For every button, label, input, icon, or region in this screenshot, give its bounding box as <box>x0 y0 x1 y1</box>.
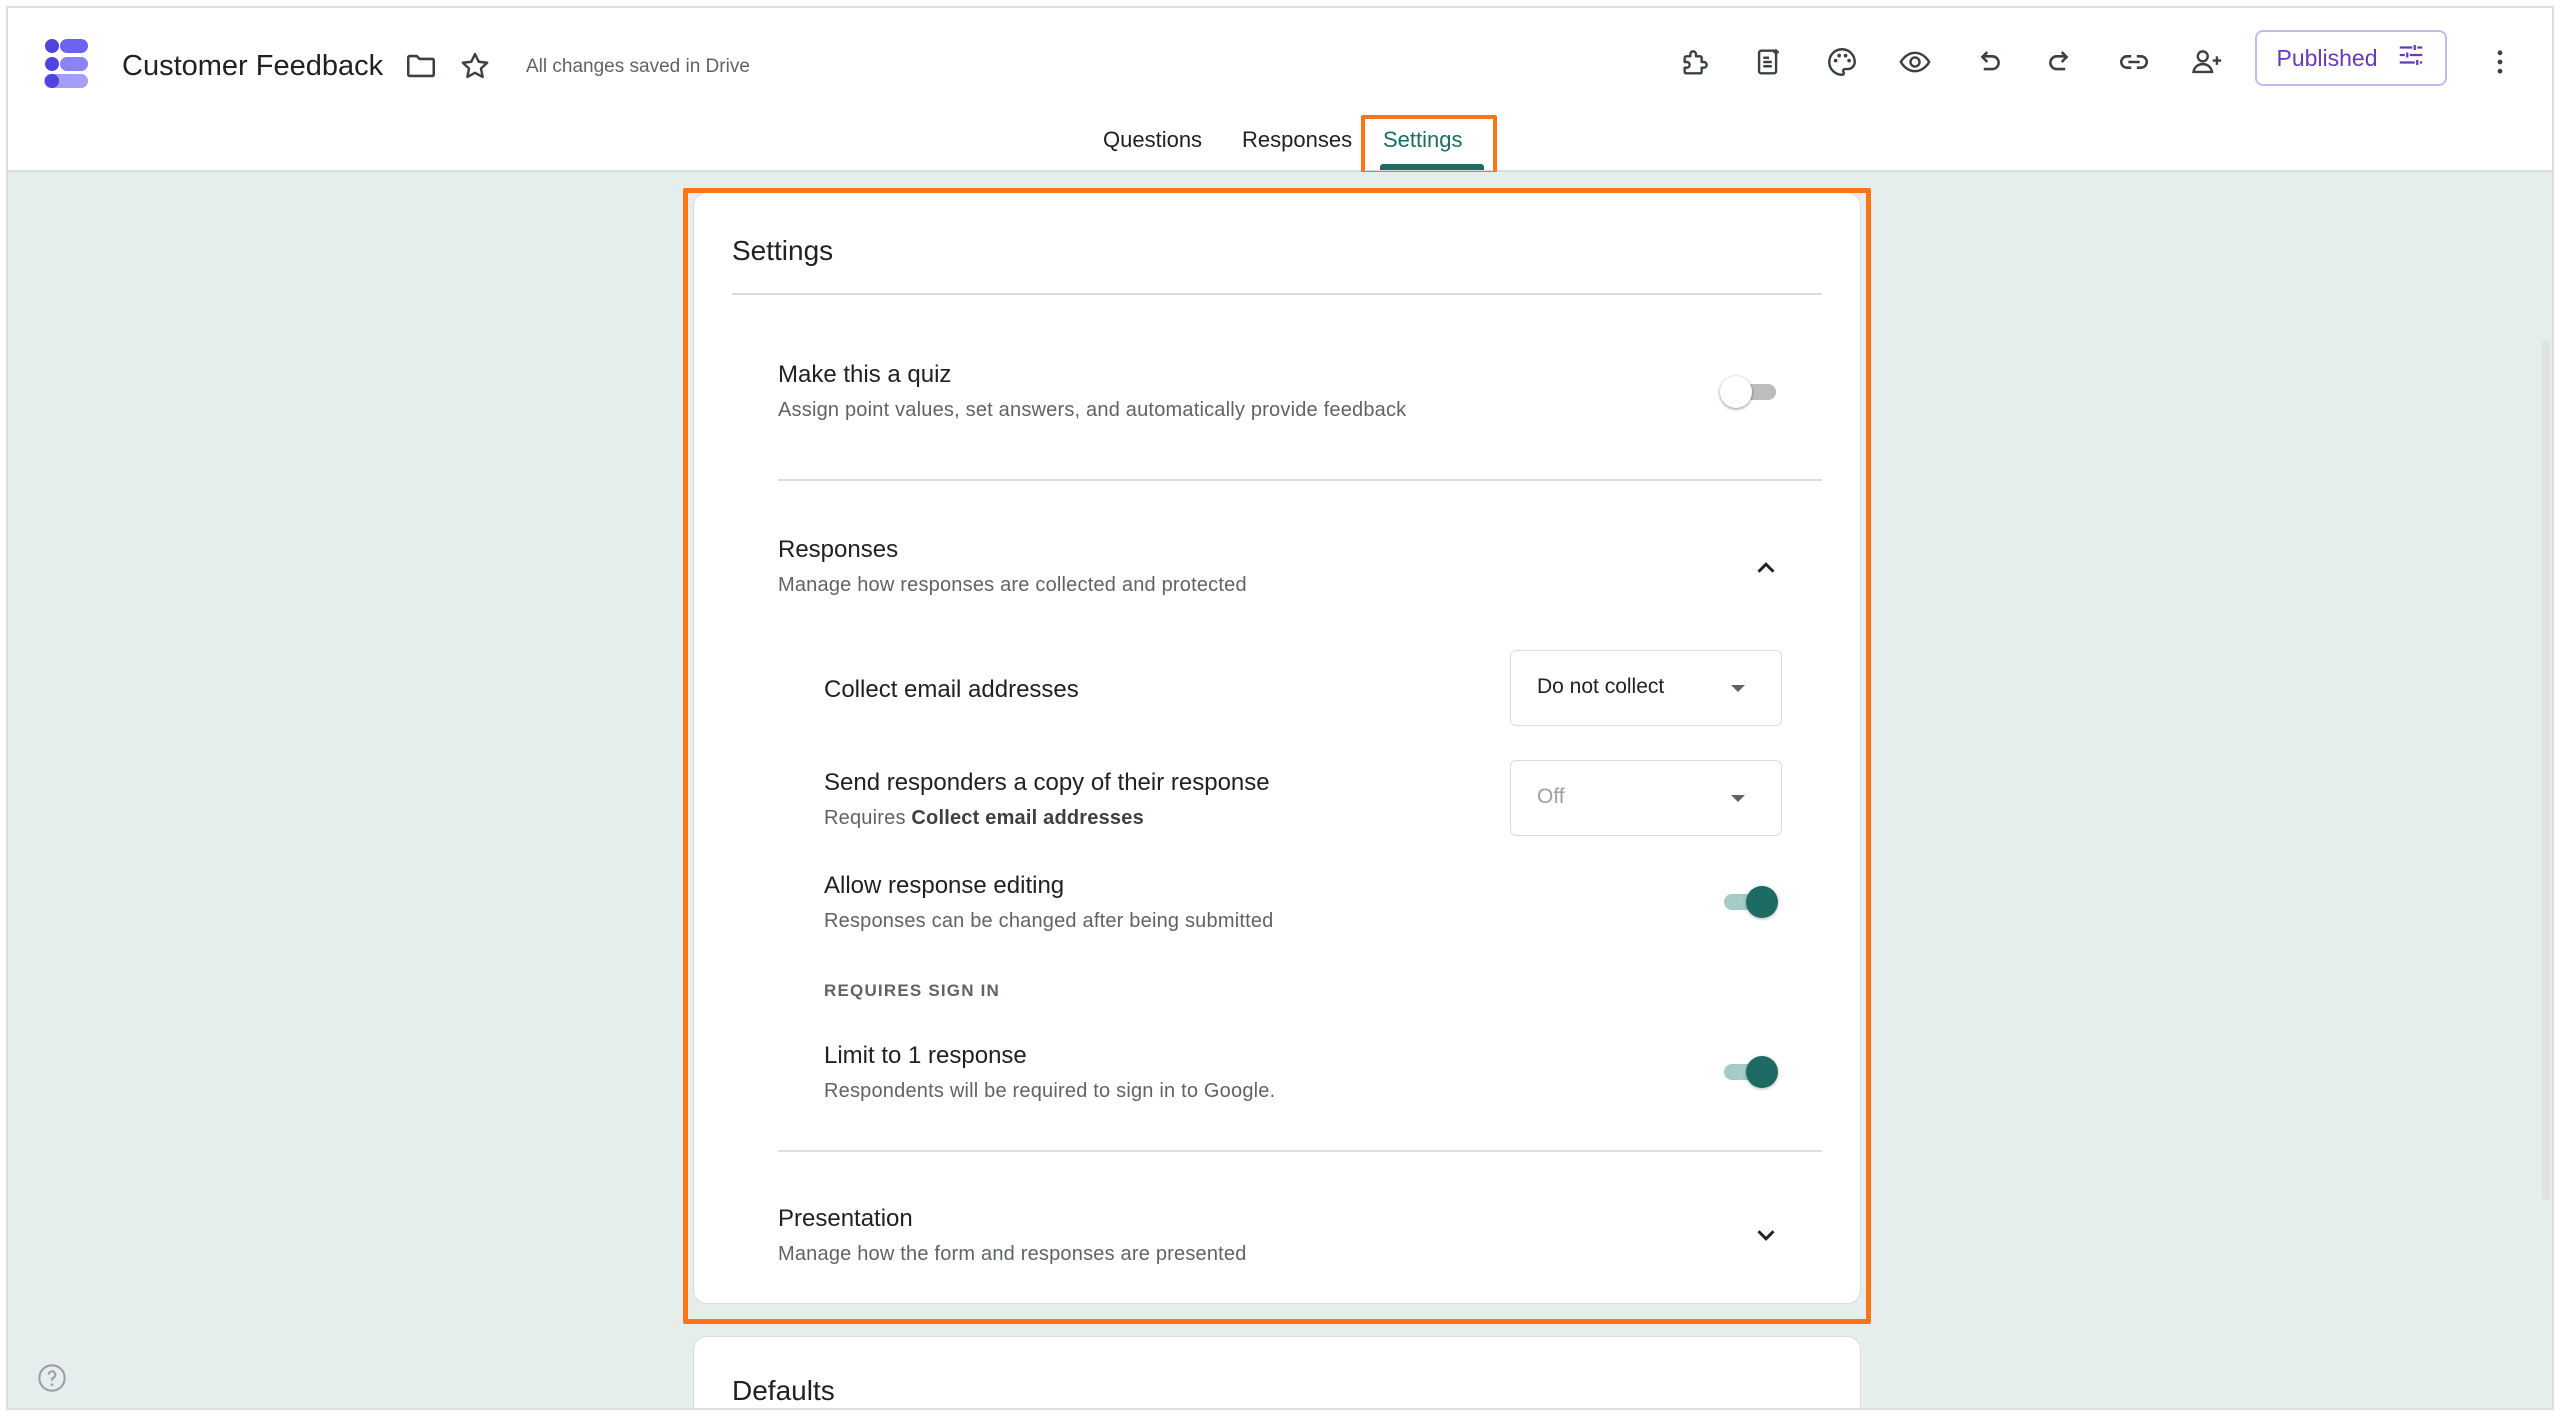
allow-editing-toggle-thumb <box>1746 886 1778 918</box>
chevron-up-icon[interactable] <box>1746 548 1786 588</box>
title-divider <box>732 293 1822 295</box>
defaults-card: Defaults <box>693 1336 1861 1408</box>
forms-logo-icon[interactable] <box>38 34 94 90</box>
published-button[interactable]: Published <box>2255 30 2447 86</box>
dropdown-arrow-icon <box>1731 795 1745 802</box>
limit-one-toggle[interactable] <box>1720 1053 1778 1089</box>
app-window: Customer Feedback All changes saved in D… <box>6 6 2554 1410</box>
form-tabs: Questions Responses Settings <box>8 120 2552 172</box>
more-vert-icon[interactable] <box>2478 40 2522 84</box>
responses-title: Responses <box>778 536 899 563</box>
redo-icon[interactable] <box>2039 40 2083 84</box>
publish-options-icon <box>2396 40 2426 76</box>
collect-email-label: Collect email addresses <box>824 676 1079 703</box>
form-title[interactable]: Customer Feedback <box>122 50 383 83</box>
limit-one-toggle-thumb <box>1746 1056 1778 1088</box>
undo-icon[interactable] <box>1966 40 2010 84</box>
responses-divider <box>778 1150 1822 1152</box>
requires-prefix: Requires <box>824 807 906 829</box>
allow-editing-subtitle: Responses can be changed after being sub… <box>824 910 1274 932</box>
quiz-toggle[interactable] <box>1720 373 1778 409</box>
send-copy-value: Off <box>1537 785 1565 808</box>
quiz-divider <box>778 479 1822 481</box>
settings-tab-highlight <box>1361 115 1497 175</box>
link-icon[interactable] <box>2112 40 2156 84</box>
star-icon[interactable] <box>455 46 495 86</box>
send-copy-label: Send responders a copy of their response <box>824 769 1270 796</box>
requires-bold: Collect email addresses <box>911 807 1144 829</box>
requires-sign-in-heading: REQUIRES SIGN IN <box>824 981 1001 1000</box>
allow-editing-toggle[interactable] <box>1720 883 1778 919</box>
allow-editing-label: Allow response editing <box>824 872 1065 899</box>
presentation-subtitle: Manage how the form and responses are pr… <box>778 1243 1247 1265</box>
tab-questions[interactable]: Questions <box>1103 120 1202 160</box>
import-questions-icon[interactable] <box>1747 40 1791 84</box>
responses-subtitle: Manage how responses are collected and p… <box>778 574 1247 596</box>
page-scrollbar[interactable] <box>2540 336 2552 1206</box>
limit-one-subtitle: Respondents will be required to sign in … <box>824 1080 1276 1102</box>
settings-page: Settings Make this a quiz Assign point v… <box>8 172 2552 1408</box>
help-icon[interactable] <box>36 1362 68 1394</box>
collect-email-select[interactable]: Do not collect <box>1510 650 1782 726</box>
send-copy-requirement: Requires Collect email addresses <box>824 807 1144 830</box>
settings-card: Settings Make this a quiz Assign point v… <box>693 192 1861 1304</box>
add-collaborator-icon[interactable] <box>2185 40 2229 84</box>
scrollbar-thumb[interactable] <box>2542 340 2550 1200</box>
folder-icon[interactable] <box>401 46 441 86</box>
save-status: All changes saved in Drive <box>526 56 750 77</box>
top-bar: Customer Feedback All changes saved in D… <box>8 8 2552 172</box>
addon-icon[interactable] <box>1674 40 1718 84</box>
dropdown-arrow-icon <box>1731 685 1745 692</box>
card-title: Settings <box>732 235 834 266</box>
quiz-toggle-thumb <box>1720 376 1752 408</box>
presentation-title: Presentation <box>778 1205 913 1232</box>
palette-icon[interactable] <box>1820 40 1864 84</box>
chevron-down-icon[interactable] <box>1746 1215 1786 1255</box>
send-copy-select[interactable]: Off <box>1510 760 1782 836</box>
collect-email-value: Do not collect <box>1537 675 1665 698</box>
limit-one-label: Limit to 1 response <box>824 1042 1027 1069</box>
tab-responses[interactable]: Responses <box>1242 120 1352 160</box>
published-label: Published <box>2276 44 2378 71</box>
quiz-subtitle: Assign point values, set answers, and au… <box>778 399 1407 421</box>
quiz-title: Make this a quiz <box>778 361 952 388</box>
preview-eye-icon[interactable] <box>1893 40 1937 84</box>
defaults-title: Defaults <box>732 1375 835 1406</box>
